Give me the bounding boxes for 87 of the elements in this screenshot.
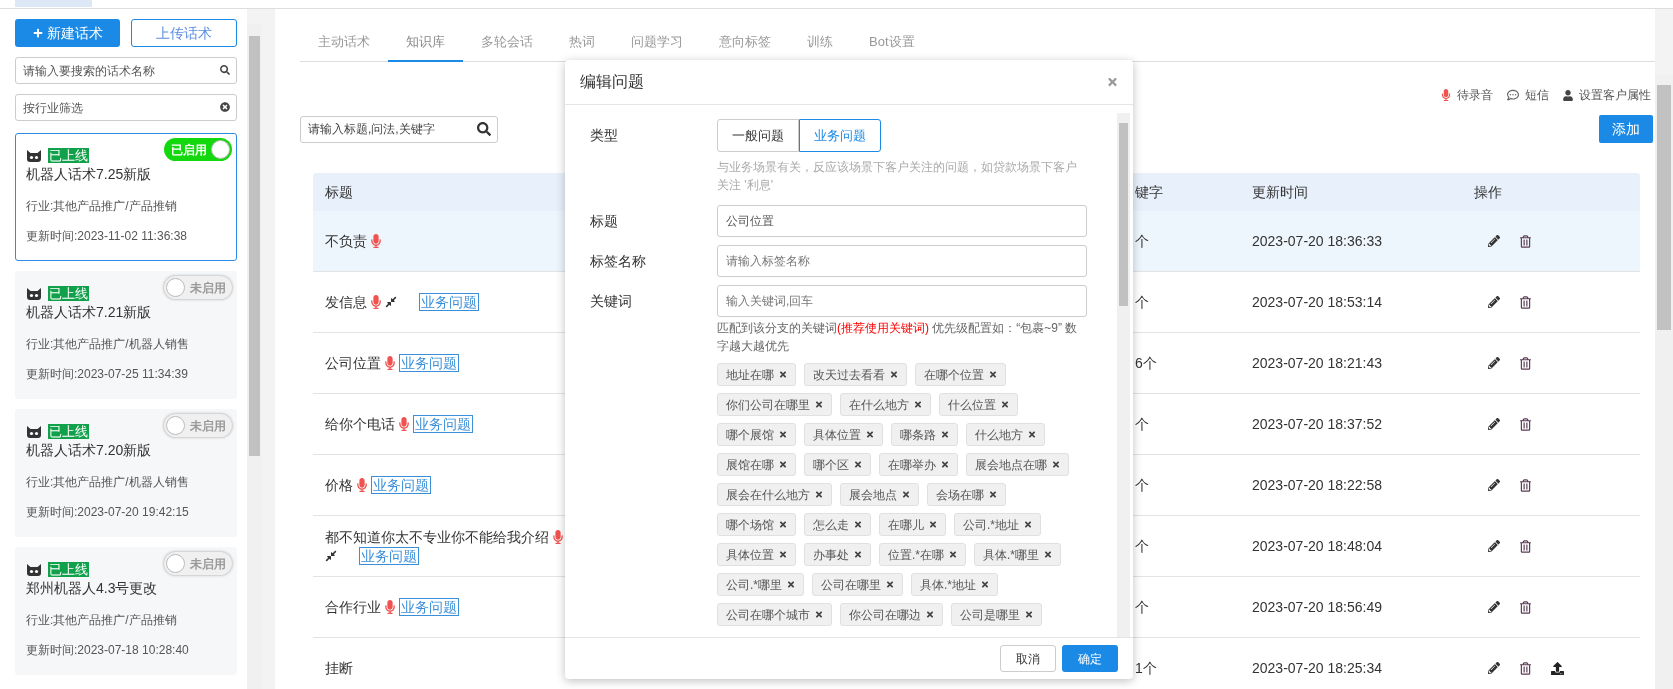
keyword-tag: 公司.*地址 xyxy=(954,513,1041,536)
column-header: 更新时间 xyxy=(1252,183,1308,200)
question-type-tag: 业务问题 xyxy=(371,476,431,494)
table-cell: 2023-07-20 18:22:58 xyxy=(1252,476,1382,493)
updated-time: 更新时间:2023-07-25 11:34:39 xyxy=(26,366,189,383)
field-label: 类型 xyxy=(590,126,619,145)
question-title: 不负责 xyxy=(325,232,367,251)
question-title: 都不知道你太不专业你不能给我介绍 xyxy=(325,528,549,547)
status-badge: 已上线 xyxy=(48,148,89,163)
table-cell: 6个 xyxy=(1135,354,1157,371)
table-cell: 2023-07-20 18:37:52 xyxy=(1252,415,1382,432)
field-label: 关键词 xyxy=(590,291,633,311)
question-title: 给你个电话 xyxy=(325,415,395,434)
table-cell: 2023-07-20 18:21:43 xyxy=(1252,354,1382,371)
keyword-tag: 具体.*哪里 xyxy=(974,543,1062,566)
keyword-tag: 什么地方 xyxy=(966,423,1045,446)
table-cell: 个 xyxy=(1135,293,1149,310)
question-type-tag: 业务问题 xyxy=(419,293,479,311)
table-cell: 个 xyxy=(1135,598,1149,615)
keyword-tag: 哪条路 xyxy=(891,423,958,446)
table-cell: 个 xyxy=(1135,476,1149,493)
table-cell: 个 xyxy=(1135,537,1149,554)
keyword-tag: 公司是哪里 xyxy=(951,603,1042,626)
keyword-tag: 在哪举办 xyxy=(879,453,958,476)
keyword-tag: 哪个展馆 xyxy=(717,423,796,446)
keyword-tag: 在哪个位置 xyxy=(915,363,1006,386)
updated-time: 更新时间:2023-07-18 10:28:40 xyxy=(26,642,190,659)
question-type-tag: 业务问题 xyxy=(413,415,473,433)
column-header: 标题 xyxy=(325,183,353,200)
dialog-title: 编辑问题 xyxy=(580,72,644,92)
keyword-tag: 具体.*地址 xyxy=(911,573,999,596)
question-type-tag: 业务问题 xyxy=(399,354,459,372)
table-cell: 2023-07-20 18:56:49 xyxy=(1252,598,1382,615)
column-header: 键字 xyxy=(1135,183,1163,200)
question-title: 价格 xyxy=(325,476,353,495)
keyword-tag: 哪个区 xyxy=(804,453,871,476)
field-label: 标题 xyxy=(590,211,619,231)
script-name: 机器人话术7.21新版 xyxy=(26,303,153,321)
industry-text: 行业:其他产品推广/产品推销 xyxy=(26,198,178,215)
keyword-tag: 公司在哪里 xyxy=(812,573,903,596)
question-title: 挂断 xyxy=(325,659,353,678)
keyword-tag: 什么位置 xyxy=(939,393,1018,416)
status-badge: 已上线 xyxy=(48,562,89,577)
question-title: 公司位置 xyxy=(325,354,381,373)
updated-time: 更新时间:2023-07-20 19:42:15 xyxy=(26,504,190,521)
script-name: 机器人话术7.25新版 xyxy=(26,165,153,183)
field-label: 标签名称 xyxy=(590,251,647,271)
table-cell: 2023-07-20 18:36:33 xyxy=(1252,232,1382,249)
keyword-tag: 展会地点 xyxy=(840,483,919,506)
table-cell: 2023-07-20 18:48:04 xyxy=(1252,537,1382,554)
script-name: 郑州机器人4.3号更改 xyxy=(26,579,159,597)
column-header: 操作 xyxy=(1474,183,1502,200)
keyword-tag: 具体位置 xyxy=(804,423,883,446)
question-title: 合作行业 xyxy=(325,598,381,617)
question-type-tag: 业务问题 xyxy=(359,547,419,565)
keyword-tag: 改天过去看看 xyxy=(804,363,907,386)
keyword-tag: 办事处 xyxy=(804,543,871,566)
keyword-tag: 你们公司在哪里 xyxy=(717,393,832,416)
industry-text: 行业:其他产品推广/机器人销售 xyxy=(26,474,190,491)
keyword-tag: 在哪儿 xyxy=(879,513,946,536)
industry-text: 行业:其他产品推广/机器人销售 xyxy=(26,336,190,353)
table-cell: 个 xyxy=(1135,232,1149,249)
keyword-tag: 会场在哪 xyxy=(927,483,1006,506)
keyword-tag: 具体位置 xyxy=(717,543,796,566)
script-name: 机器人话术7.20新版 xyxy=(26,441,153,459)
question-title: 发信息 xyxy=(325,293,367,312)
question-type-tag: 业务问题 xyxy=(399,598,459,616)
keyword-tag: 怎么走 xyxy=(804,513,871,536)
keyword-tag: 公司.*哪里 xyxy=(717,573,804,596)
table-cell: 2023-07-20 18:53:14 xyxy=(1252,293,1382,310)
keyword-tag: 地址在哪 xyxy=(717,363,796,386)
status-badge: 已上线 xyxy=(48,286,89,301)
type-hint: 与业务场景有关，反应该场景下客户关注的问题，如贷款场景下客户关注 '利息' xyxy=(717,159,1078,194)
keyword-tag: 展会在什么地方 xyxy=(717,483,832,506)
table-cell: 个 xyxy=(1135,415,1149,432)
industry-text: 行业:其他产品推广/产品推销 xyxy=(26,612,178,629)
keyword-tag: 展会地点在哪 xyxy=(966,453,1069,476)
keyword-tag: 在什么地方 xyxy=(840,393,931,416)
updated-time: 更新时间:2023-11-02 11:36:38 xyxy=(26,228,188,245)
keyword-tag: 展馆在哪 xyxy=(717,453,796,476)
table-cell: 1个 xyxy=(1135,659,1157,676)
keyword-tag: 你公司在哪边 xyxy=(840,603,943,626)
keyword-tag: 公司在哪个城市 xyxy=(717,603,832,626)
status-badge: 已上线 xyxy=(48,424,89,439)
keyword-tag: 哪个场馆 xyxy=(717,513,796,536)
keyword-tag: 位置.*在哪 xyxy=(879,543,966,566)
table-cell: 2023-07-20 18:25:34 xyxy=(1252,659,1382,676)
